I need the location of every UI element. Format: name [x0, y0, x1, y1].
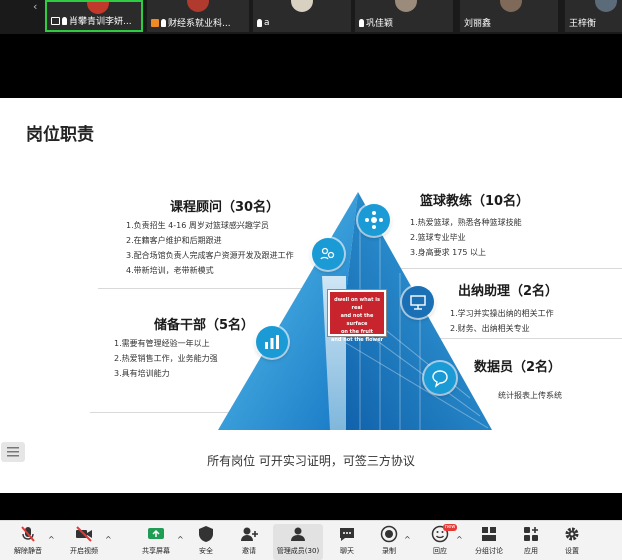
settings-button[interactable]: 设置 [550, 524, 594, 560]
manage-members-button[interactable]: 管理成员(30) [273, 524, 323, 560]
avatar [291, 0, 313, 12]
participant-tile-6[interactable]: 王梓衡 [565, 0, 622, 32]
meeting-toolbar: 解除静音 ^ 开启视频 ^ 共享屏幕 ^ 安全 邀请 管理成员(30) 聊天 录… [0, 520, 622, 560]
breakout-icon [479, 524, 499, 544]
participant-name: 王梓衡 [569, 19, 597, 29]
cashier-role-icon [402, 286, 434, 318]
coach-role-icon [358, 204, 390, 236]
video-off-icon [74, 524, 94, 544]
invite-icon [239, 524, 259, 544]
start-video-button[interactable]: 开启视频 [62, 524, 106, 560]
share-screen-icon [146, 524, 166, 544]
muted-mic-icon [18, 524, 38, 544]
share-options-chevron-icon[interactable]: ^ [177, 535, 184, 544]
chat-bubble-icon [432, 370, 448, 388]
people-icon [320, 247, 335, 260]
chat-icon [337, 524, 357, 544]
participant-name: 刘丽鑫 [464, 19, 492, 29]
participant-name: 财经系就业科... [168, 19, 231, 29]
chat-button[interactable]: 聊天 [325, 524, 369, 560]
security-button[interactable]: 安全 [184, 524, 228, 560]
data-clerk-heading: 数据员（2名） [474, 360, 562, 375]
slide-footer-note: 所有岗位 可开实习证明，可签三方协议 [207, 454, 415, 468]
screen-share-icon [51, 16, 60, 25]
mic-icon [161, 18, 166, 27]
quote-sign: dwell on what is real and not the surfac… [328, 290, 386, 343]
apps-icon [521, 524, 541, 544]
course-advisor-heading: 课程顾问（30名） [170, 200, 280, 215]
scroll-left-icon[interactable]: ‹ [33, 0, 43, 14]
cashier-assistant-duties: 1.学习并实操出纳的相关工作 2.财务、出纳相关专业 [450, 309, 554, 333]
participant-name: a [264, 17, 270, 28]
record-icon [379, 524, 399, 544]
unmute-button[interactable]: 解除静音 [6, 524, 50, 560]
avatar [87, 2, 109, 14]
video-options-chevron-icon[interactable]: ^ [105, 535, 112, 544]
apps-button[interactable]: 应用 [509, 524, 553, 560]
participant-tile-2[interactable]: 财经系就业科... [147, 0, 249, 32]
video-letterbox-top [0, 34, 622, 98]
reserve-cadre-duties: 1.需要有管理经验一年以上 2.热爱销售工作，业务能力强 3.具有培训能力 [114, 339, 218, 378]
network-icon [365, 211, 383, 229]
video-letterbox-bottom [0, 493, 622, 520]
members-icon [288, 524, 308, 544]
reactions-options-chevron-icon[interactable]: ^ [456, 535, 463, 544]
audio-options-chevron-icon[interactable]: ^ [48, 535, 55, 544]
avatar [595, 0, 617, 12]
list-icon[interactable] [1, 442, 25, 462]
gear-icon [562, 524, 582, 544]
participant-tile-1[interactable]: 肖攀青训李妍... [45, 0, 143, 32]
avatar [395, 0, 417, 12]
mic-icon [62, 16, 67, 25]
share-screen-button[interactable]: 共享屏幕 [134, 524, 178, 560]
cashier-assistant-heading: 出纳助理（2名） [458, 284, 559, 299]
participant-name: 肖攀青训李妍... [69, 17, 132, 27]
cadre-role-icon [256, 326, 288, 358]
presentation-board-icon [410, 295, 426, 310]
reserve-cadre-heading: 储备干部（5名） [154, 318, 255, 333]
participant-strip: ‹ 肖攀青训李妍... 财经系就业科... a 巩佳颖 刘丽鑫 王梓衡 [0, 0, 622, 34]
invite-button[interactable]: 邀请 [227, 524, 271, 560]
participant-tile-3[interactable]: a [253, 0, 351, 32]
bar-chart-icon [265, 335, 279, 349]
avatar [187, 0, 209, 12]
new-badge: new [443, 524, 458, 531]
basketball-coach-heading: 篮球教练（10名） [420, 194, 530, 209]
advisor-role-icon [312, 238, 344, 270]
breakout-rooms-button[interactable]: 分组讨论 [467, 524, 511, 560]
mic-icon [257, 18, 262, 27]
shield-icon [196, 524, 216, 544]
record-options-chevron-icon[interactable]: ^ [404, 535, 411, 544]
audio-icon [151, 18, 159, 27]
participant-tile-4[interactable]: 巩佳颖 [355, 0, 453, 32]
avatar [500, 0, 522, 12]
participant-name: 巩佳颖 [366, 19, 394, 29]
shared-screen-slide: 岗位职责 dwell on what is real and not the s… [0, 98, 622, 493]
data-clerk-duties: 统计报表上传系统 [498, 391, 562, 400]
basketball-coach-duties: 1.热爱篮球，熟悉各种篮球技能 2.篮球专业毕业 3.身高要求 175 以上 [410, 218, 522, 257]
mic-icon [359, 18, 364, 27]
participant-tile-5[interactable]: 刘丽鑫 [460, 0, 558, 32]
course-advisor-duties: 1.负责招生 4-16 周岁对篮球感兴趣学员 2.在籍客户维护和后期跟进 3.配… [126, 221, 294, 275]
data-clerk-role-icon [424, 362, 456, 394]
